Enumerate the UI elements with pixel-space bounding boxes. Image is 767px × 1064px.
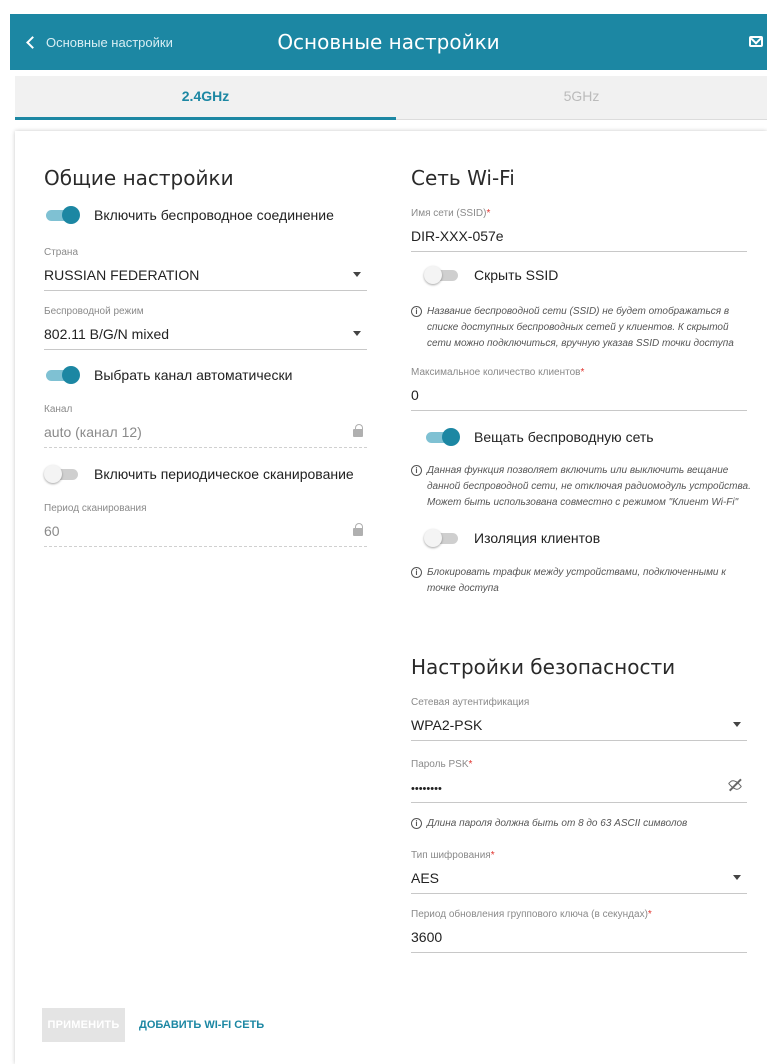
info-icon: i [411,567,422,578]
hide-ssid-toggle[interactable] [424,266,460,284]
isolation-toggle-row[interactable]: Изоляция клиентов [424,529,600,547]
caret-down-icon [733,722,741,727]
enable-wireless-toggle-row[interactable]: Включить беспроводное соединение [44,206,334,224]
broadcast-toggle[interactable] [424,428,460,446]
enable-wireless-label: Включить беспроводное соединение [94,207,334,223]
periodic-scan-toggle-row[interactable]: Включить периодическое сканирование [44,465,354,483]
caret-down-icon [353,331,361,336]
scan-period-label: Период сканирования [44,503,147,514]
country-select[interactable]: RUSSIAN FEDERATION [44,265,367,291]
settings-panel: Общие настройки Включить беспроводное со… [15,131,767,1064]
info-icon: i [411,306,422,317]
mode-field[interactable]: Беспроводной режим 802.11 B/G/N mixed [44,306,367,350]
scan-period-value: 60 [44,523,60,539]
tab-2-4ghz[interactable]: 2.4GHz [15,76,396,120]
enable-wireless-toggle[interactable] [44,206,80,224]
psk-value: •••••••• [411,783,442,795]
auth-value: WPA2-PSK [411,717,483,733]
lock-icon [353,523,363,536]
scan-period-field: Период сканирования 60 [44,503,367,547]
auth-field[interactable]: Сетевая аутентификация WPA2-PSK [411,697,747,741]
isolation-label: Изоляция клиентов [474,530,601,546]
top-bar: Основные настройки Основные настройки [10,14,767,70]
psk-hint: i Длина пароля должна быть от 8 до 63 AS… [411,816,753,832]
max-clients-field[interactable]: Максимальное количество клиентов* 0 [411,367,747,411]
psk-label: Пароль PSK* [411,759,473,770]
psk-field[interactable]: Пароль PSK* •••••••• [411,759,747,803]
security-settings-heading: Настройки безопасности [411,655,676,679]
ssid-field[interactable]: Имя сети (SSID)* DIR-XXX-057e [411,208,747,252]
isolation-hint: i Блокировать трафик между устройствами,… [411,565,753,597]
auto-channel-toggle[interactable] [44,366,80,384]
broadcast-hint: i Данная функция позволяет включить или … [411,463,753,511]
max-clients-label: Максимальное количество клиентов* [411,367,585,378]
rekey-label: Период обновления группового ключа (в се… [411,909,652,920]
psk-input[interactable]: •••••••• [411,777,747,803]
caret-down-icon [353,272,361,277]
broadcast-label: Вещать беспроводную сеть [474,429,654,445]
ssid-value: DIR-XXX-057e [411,228,504,244]
rekey-value: 3600 [411,929,443,945]
max-clients-input[interactable]: 0 [411,385,747,411]
auth-select[interactable]: WPA2-PSK [411,715,747,741]
general-settings-heading: Общие настройки [44,166,234,190]
channel-field: Канал auto (канал 12) [44,404,367,448]
tab-5ghz[interactable]: 5GHz [396,76,767,120]
channel-value: auto (канал 12) [44,424,142,440]
channel-label: Канал [44,404,73,415]
broadcast-toggle-row[interactable]: Вещать беспроводную сеть [424,428,654,446]
info-icon: i [411,465,422,476]
periodic-scan-label: Включить периодическое сканирование [94,466,354,482]
rekey-field[interactable]: Период обновления группового ключа (в се… [411,909,747,953]
mail-icon[interactable] [749,36,763,47]
info-icon: i [411,818,422,829]
country-field[interactable]: Страна RUSSIAN FEDERATION [44,247,367,291]
lock-icon [353,424,363,437]
cipher-select[interactable]: AES [411,868,747,894]
auth-label: Сетевая аутентификация [411,697,530,708]
band-tabs: 2.4GHz 5GHz [15,76,767,120]
country-value: RUSSIAN FEDERATION [44,267,200,283]
country-label: Страна [44,247,79,258]
channel-input: auto (канал 12) [44,422,367,448]
apply-button[interactable]: ПРИМЕНИТЬ [42,1008,125,1042]
ssid-input[interactable]: DIR-XXX-057e [411,226,747,252]
ssid-label: Имя сети (SSID)* [411,208,491,219]
isolation-toggle[interactable] [424,529,460,547]
page-title: Основные настройки [277,30,500,54]
add-wifi-network-button[interactable]: ДОБАВИТЬ WI-FI СЕТЬ [139,1008,264,1042]
wifi-network-heading: Сеть Wi-Fi [411,166,515,190]
cipher-field[interactable]: Тип шифрования* AES [411,850,747,894]
hide-ssid-hint: i Название беспроводной сети (SSID) не б… [411,304,753,352]
periodic-scan-toggle[interactable] [44,465,80,483]
max-clients-value: 0 [411,387,419,403]
eye-off-icon[interactable] [727,777,743,793]
cipher-value: AES [411,870,440,886]
caret-down-icon [733,875,741,880]
mode-value: 802.11 B/G/N mixed [44,326,170,342]
auto-channel-label: Выбрать канал автоматически [94,367,293,383]
mode-select[interactable]: 802.11 B/G/N mixed [44,324,367,350]
hide-ssid-toggle-row[interactable]: Скрыть SSID [424,266,558,284]
cipher-label: Тип шифрования* [411,850,495,861]
scan-period-input: 60 [44,521,367,547]
auto-channel-toggle-row[interactable]: Выбрать канал автоматически [44,366,292,384]
mode-label: Беспроводной режим [44,306,144,317]
hide-ssid-label: Скрыть SSID [474,267,559,283]
rekey-input[interactable]: 3600 [411,927,747,953]
